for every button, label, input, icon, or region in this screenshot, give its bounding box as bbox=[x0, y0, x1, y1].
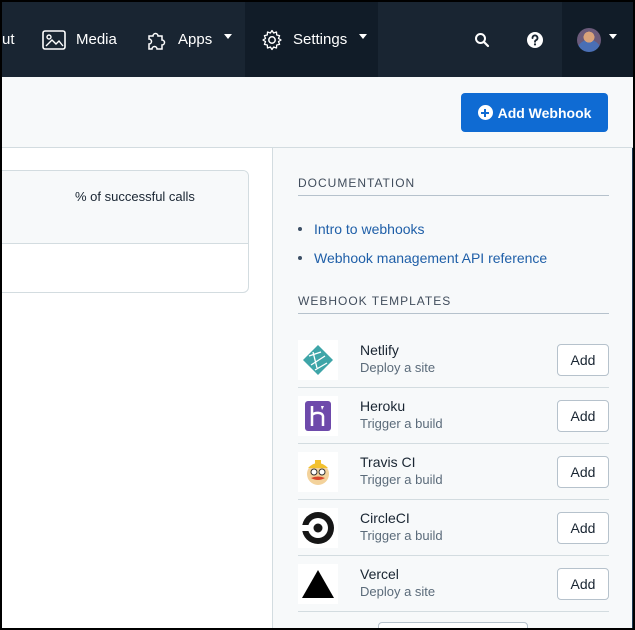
app-window: ut Media Apps Settings Add Webhook % of … bbox=[0, 0, 635, 630]
nav-item-settings[interactable]: Settings bbox=[245, 2, 378, 77]
nav-item-partial-label: ut bbox=[2, 31, 15, 48]
add-netlify-button[interactable]: Add bbox=[557, 344, 609, 376]
list-item: Intro to webhooks bbox=[298, 214, 547, 243]
template-row-heroku: Heroku Trigger a build Add bbox=[298, 388, 609, 444]
add-webhook-label: Add Webhook bbox=[497, 104, 592, 121]
add-circleci-button[interactable]: Add bbox=[557, 512, 609, 544]
netlify-icon bbox=[298, 340, 338, 380]
chevron-down-icon bbox=[224, 34, 233, 39]
avatar bbox=[577, 27, 601, 52]
nav-apps-label: Apps bbox=[178, 31, 213, 48]
table-header: % of successful calls bbox=[2, 171, 248, 244]
documentation-links: Intro to webhooks Webhook management API… bbox=[298, 214, 547, 272]
template-name: Vercel bbox=[360, 566, 399, 582]
gear-icon bbox=[261, 29, 283, 51]
template-description: Deploy a site bbox=[360, 584, 436, 599]
add-heroku-button[interactable]: Add bbox=[557, 400, 609, 432]
template-row-vercel: Vercel Deploy a site Add bbox=[298, 556, 609, 612]
add-travis-ci-button[interactable]: Add bbox=[557, 456, 609, 488]
link-intro-to-webhooks[interactable]: Intro to webhooks bbox=[314, 221, 425, 237]
template-row-circleci: CircleCI Trigger a build Add bbox=[298, 500, 609, 556]
webhooks-table: % of successful calls bbox=[2, 170, 249, 293]
add-webhook-button[interactable]: Add Webhook bbox=[461, 93, 608, 132]
page-header: Add Webhook bbox=[2, 77, 633, 148]
more-templates-button[interactable] bbox=[378, 622, 528, 628]
help-icon bbox=[526, 31, 544, 49]
template-row-travis-ci: Travis CI Trigger a build Add bbox=[298, 444, 609, 500]
travis-ci-icon bbox=[298, 452, 338, 492]
circleci-icon bbox=[298, 508, 338, 548]
search-icon bbox=[474, 32, 490, 48]
nav-item-apps[interactable]: Apps bbox=[146, 2, 233, 77]
chevron-down-icon bbox=[359, 34, 368, 39]
chevron-down-icon bbox=[609, 34, 617, 39]
template-description: Deploy a site bbox=[360, 360, 436, 375]
top-navigation: ut Media Apps Settings bbox=[2, 2, 633, 77]
nav-item-media[interactable]: Media bbox=[42, 2, 117, 77]
heroku-icon bbox=[298, 396, 338, 436]
template-name: Netlify bbox=[360, 342, 399, 358]
webhook-templates-heading: WEBHOOK TEMPLATES bbox=[298, 294, 609, 314]
template-row-netlify: Netlify Deploy a site Add bbox=[298, 332, 609, 388]
list-item: Webhook management API reference bbox=[298, 243, 547, 272]
nav-item-partial[interactable]: ut bbox=[2, 2, 15, 77]
sidebar: DOCUMENTATION Intro to webhooks Webhook … bbox=[272, 148, 633, 628]
main-content: % of successful calls bbox=[2, 148, 272, 628]
column-header-success-rate[interactable]: % of successful calls bbox=[75, 185, 205, 209]
template-description: Trigger a build bbox=[360, 416, 443, 431]
link-webhook-api-reference[interactable]: Webhook management API reference bbox=[314, 250, 547, 266]
nav-media-label: Media bbox=[76, 31, 117, 48]
media-icon bbox=[42, 29, 66, 50]
template-name: Travis CI bbox=[360, 454, 416, 470]
add-vercel-button[interactable]: Add bbox=[557, 568, 609, 600]
help-button[interactable] bbox=[526, 2, 544, 77]
template-description: Trigger a build bbox=[360, 528, 443, 543]
search-button[interactable] bbox=[474, 2, 490, 77]
template-name: CircleCI bbox=[360, 510, 410, 526]
plus-circle-icon bbox=[477, 105, 493, 120]
bullet bbox=[298, 255, 302, 260]
documentation-heading: DOCUMENTATION bbox=[298, 176, 609, 196]
user-menu[interactable] bbox=[562, 2, 633, 77]
puzzle-icon bbox=[146, 29, 168, 51]
webhook-templates-list: Netlify Deploy a site Add Heroku Trigger… bbox=[298, 332, 609, 612]
template-description: Trigger a build bbox=[360, 472, 443, 487]
vercel-icon bbox=[298, 564, 338, 604]
bullet bbox=[298, 226, 302, 231]
template-name: Heroku bbox=[360, 398, 406, 414]
nav-settings-label: Settings bbox=[293, 31, 348, 48]
